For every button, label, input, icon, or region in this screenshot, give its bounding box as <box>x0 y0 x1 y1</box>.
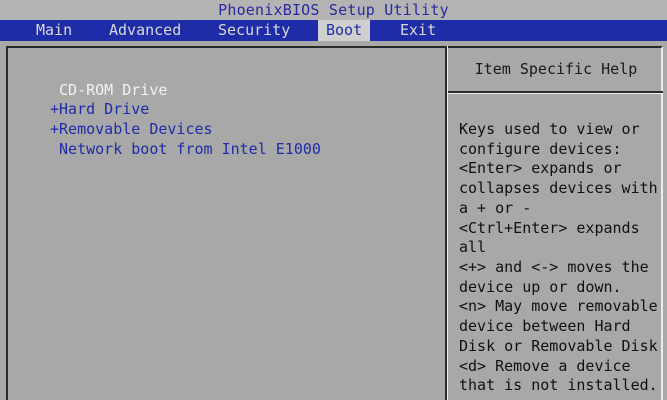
menu-security[interactable]: Security <box>210 20 298 41</box>
panel-divider <box>445 46 448 400</box>
menu-bar: Main Advanced Security Boot Exit <box>0 20 667 41</box>
boot-item-cdrom[interactable]: CD-ROM Drive <box>50 80 167 100</box>
help-line: collapses devices with <box>459 179 658 197</box>
help-title: Item Specific Help <box>474 60 638 78</box>
menu-main[interactable]: Main <box>28 20 80 41</box>
boot-item-removable-devices[interactable]: +Removable Devices <box>50 119 213 139</box>
help-line: <+> and <-> moves the <box>459 258 649 276</box>
boot-item-network-boot[interactable]: Network boot from Intel E1000 <box>50 139 321 159</box>
help-line: Keys used to view or <box>459 120 640 138</box>
menu-advanced[interactable]: Advanced <box>101 20 189 41</box>
help-line: <Enter> expands or <box>459 159 622 177</box>
help-line: configure devices: <box>459 140 622 158</box>
boot-item-hard-drive[interactable]: +Hard Drive <box>50 99 149 119</box>
help-divider <box>448 91 663 94</box>
help-line: that is not installed. <box>459 376 658 394</box>
help-line: <n> May move removable <box>459 297 658 315</box>
help-line: Disk or Removable Disk <box>459 337 658 355</box>
menu-boot[interactable]: Boot <box>318 20 371 41</box>
help-line: all <box>459 238 487 256</box>
help-line: device between Hard <box>459 317 631 335</box>
help-line: a + or - <box>459 199 532 217</box>
menu-exit[interactable]: Exit <box>392 20 444 41</box>
bios-title: PhoenixBIOS Setup Utility <box>0 0 667 20</box>
help-line: <Ctrl+Enter> expands <box>459 219 640 237</box>
help-line: device up or down. <box>459 278 622 296</box>
help-line: <d> Remove a device <box>459 357 631 375</box>
